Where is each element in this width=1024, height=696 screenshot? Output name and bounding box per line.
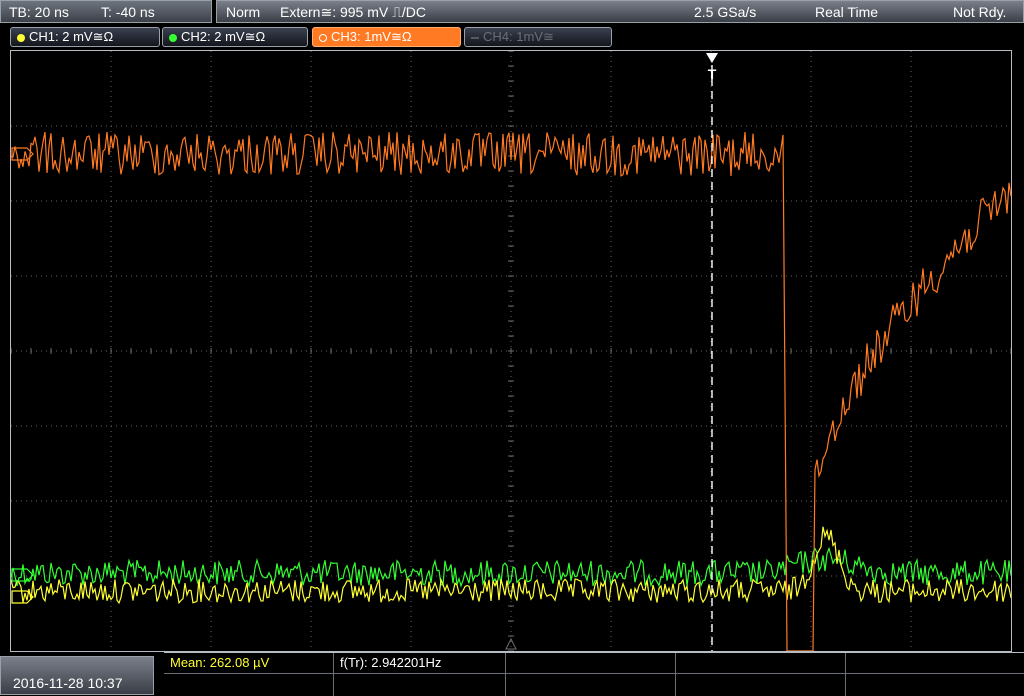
measurement-cell-empty-2 [676,653,846,674]
channel-3-button[interactable]: CH3: 1mV≅Ω [312,27,461,47]
trigger-source: Extern≅: 995 mV ⎍/DC [280,4,427,20]
trigger-position-icon [706,53,718,63]
measurement-cell-mean: Mean: 262.08 µV [164,653,334,674]
trigger-time-marker-label: T [708,66,717,82]
trigger-mode: Norm [226,4,261,20]
waveform-graticule: T [11,51,1011,651]
acquisition-mode: Real Time [815,4,879,20]
waveform-display[interactable]: T [10,50,1012,652]
acquisition-status[interactable]: Norm Extern≅: 995 mV ⎍/DC 2.5 GSa/s Real… [216,0,1024,23]
measurement-table[interactable]: Mean: 262.08 µV f(Tr): 2.942201Hz [164,652,1024,696]
channel-4-label: CH4: 1mV≅ [483,29,554,44]
channel-1-button[interactable]: CH1: 2 mV≅Ω [10,27,160,47]
timebase-label: TB: 20 ns [9,4,69,20]
measurement-cell-empty-6 [506,674,676,696]
datetime-box: 2016-11-28 10:37 [0,656,154,695]
ch2-trace [11,546,1011,589]
measurement-cell-empty-3 [846,653,1024,674]
top-status-bar: TB: 20 ns T: -40 ns Norm Extern≅: 995 mV… [0,0,1024,24]
channel-2-button[interactable]: CH2: 2 mV≅Ω [162,27,308,47]
measurement-cell-empty-7 [676,674,846,696]
measurement-cell-empty-4 [164,674,334,696]
graticule-grid [11,51,1011,651]
channel-4-button[interactable]: CH4: 1mV≅ [464,27,612,47]
channel-2-label: CH2: 2 mV≅Ω [181,29,266,44]
frequency-measurement: f(Tr): 2.942201Hz [340,655,442,670]
acquisition-state: Not Rdy. [953,4,1007,20]
channel-1-label: CH1: 2 mV≅Ω [29,29,114,44]
channel-1-dot-icon [17,33,25,42]
mean-measurement: Mean: 262.08 µV [170,655,270,670]
trigger-offset-label: T: -40 ns [101,4,155,20]
measurement-cell-empty-1 [506,653,676,674]
sample-rate: 2.5 GSa/s [694,4,757,20]
timebase-box[interactable]: TB: 20 ns T: -40 ns [0,0,212,23]
channel-3-label: CH3: 1mV≅Ω [331,29,412,44]
datetime-label: 2016-11-28 10:37 [13,675,123,691]
channel-3-dot-icon [319,33,327,42]
measurement-cell-empty-5 [334,674,506,696]
channel-4-dash-icon [471,36,479,39]
measurement-cell-freq: f(Tr): 2.942201Hz [334,653,506,674]
channel-2-dot-icon [169,33,177,42]
reference-point-icon [505,637,517,650]
channel-bar: CH1: 2 mV≅Ω CH2: 2 mV≅Ω CH3: 1mV≅Ω CH4: … [0,24,1024,50]
